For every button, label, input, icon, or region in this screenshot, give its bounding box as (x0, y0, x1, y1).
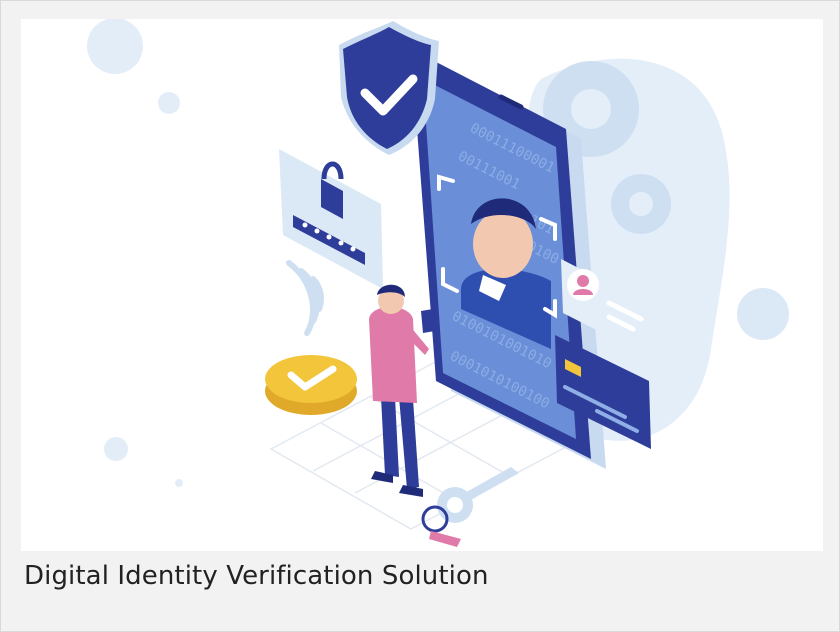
bubble-decor (158, 92, 180, 114)
bubble-decor (175, 479, 183, 487)
bubble-decor (737, 288, 789, 340)
illustration-svg: 00011100001 00111001 0101 0100 010010100… (87, 19, 789, 547)
bubble-decor (104, 437, 128, 461)
key-icon (421, 467, 519, 547)
person-figure (369, 284, 435, 497)
image-caption: Digital Identity Verification Solution (24, 561, 489, 591)
illustration: 00011100001 00111001 0101 0100 010010100… (21, 19, 823, 551)
check-coin-icon (265, 355, 357, 415)
bubble-decor (87, 19, 143, 74)
image-card: 00011100001 00111001 0101 0100 010010100… (0, 0, 840, 632)
wireless-signal-icon (286, 260, 324, 336)
